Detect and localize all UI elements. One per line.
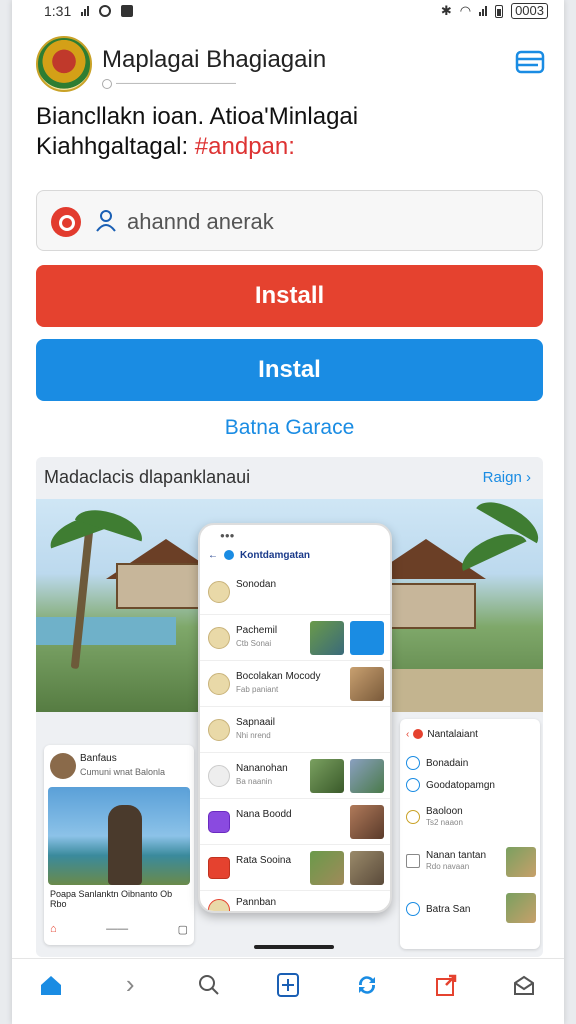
- back-icon: ‹: [406, 728, 410, 740]
- phone-header: ← Kontdamgatan: [208, 549, 310, 561]
- card-name: Banfaus: [80, 753, 117, 764]
- status-time: 1:31: [44, 3, 72, 19]
- list-item[interactable]: Sapnaail Nhi nrend: [200, 707, 390, 753]
- back-icon: ←: [208, 549, 218, 561]
- chevron-right-icon[interactable]: ›: [114, 969, 146, 1001]
- card-sub: Cumuni wnat Balonla: [80, 767, 166, 777]
- status-bar: 1:31 ✱ ◠ 0003: [12, 0, 564, 22]
- search-icon[interactable]: [193, 969, 225, 1001]
- avatar: [208, 765, 230, 787]
- home-nav-icon[interactable]: [35, 969, 67, 1001]
- list-item[interactable]: Goodatopamgn: [406, 771, 536, 799]
- avatar: [208, 581, 230, 603]
- app-description: Biancllakn ioan. Atioa'Minlagai Kiahhgal…: [36, 102, 536, 162]
- avatar: [208, 719, 230, 741]
- battery-icon: [495, 4, 504, 18]
- phone-status: ●●●: [220, 531, 235, 540]
- avatar: [208, 673, 230, 695]
- avatar: [50, 753, 76, 779]
- app-dot-icon: [413, 729, 424, 739]
- settings-icon: [406, 902, 420, 916]
- info-icon: [102, 78, 112, 89]
- preview-card-right[interactable]: ‹ Nantalaiant Bonadain Goodatopamgn Baol…: [400, 719, 540, 949]
- inbox-icon[interactable]: [508, 969, 540, 1001]
- avatar: [208, 899, 230, 911]
- thumbnail: [350, 805, 384, 839]
- app-header: Maplagai Bhagiagain ————————————: [36, 36, 546, 92]
- app-subtitle: ————————————: [102, 78, 236, 89]
- card-right-header: ‹ Nantalaiant: [406, 728, 478, 740]
- list-item[interactable]: Rata Sooina: [200, 845, 390, 891]
- app-icon: [208, 857, 230, 879]
- preview-card-left[interactable]: Banfaus Cumuni wnat Balonla Poapa Sanlan…: [44, 745, 194, 945]
- thumbnail: [506, 893, 536, 923]
- share-icon[interactable]: [430, 969, 462, 1001]
- signal-icon: [81, 6, 90, 16]
- palm-tree: [70, 528, 94, 670]
- sea: [36, 617, 176, 645]
- refresh-icon[interactable]: [351, 969, 383, 1001]
- thumbnail: [310, 759, 344, 793]
- home-indicator: [254, 945, 334, 949]
- install-button-red[interactable]: Install: [36, 265, 543, 327]
- screenshot-gallery: Madaclacis dlapanklanaui Raign › Banfaus…: [36, 457, 543, 957]
- avatar: [208, 627, 230, 649]
- thumbnail: [350, 621, 384, 655]
- card-photo: [48, 787, 190, 885]
- list-item[interactable]: Baoloon Ts2 naaon: [406, 803, 536, 831]
- thumbnail: [350, 759, 384, 793]
- divider: ——: [106, 923, 129, 935]
- install-button-blue[interactable]: Instal: [36, 339, 543, 401]
- app-logo: [36, 36, 92, 92]
- cell-signal-icon: [479, 6, 488, 16]
- app-dot-icon: [224, 550, 234, 560]
- ground: [366, 669, 543, 712]
- notification-icon: [121, 5, 134, 17]
- card-caption: Poapa Sanlanktn Oibnanto Ob Rbo: [50, 889, 173, 909]
- thumbnail: [350, 667, 384, 701]
- gallery-more-link[interactable]: Raign ›: [483, 469, 531, 486]
- search-field[interactable]: ahannd anerak: [36, 190, 543, 251]
- description-tag: #andpan:: [194, 133, 295, 160]
- person-icon: [96, 210, 116, 232]
- search-logo-icon: [51, 207, 81, 237]
- search-value[interactable]: ahannd anerak: [127, 209, 274, 235]
- list-item[interactable]: Pannban: [200, 887, 390, 911]
- list-icon: [406, 756, 420, 770]
- thumbnail: [310, 621, 344, 655]
- card-footer: ⌂ —— ▢: [50, 919, 188, 939]
- chat-icon: [406, 778, 420, 792]
- bluetooth-icon: ✱: [440, 3, 452, 18]
- list-item[interactable]: Sonodan: [200, 569, 390, 615]
- list-item[interactable]: Nananohan Ba naanin: [200, 753, 390, 799]
- avatar: [406, 810, 420, 824]
- doc-icon: [406, 854, 420, 868]
- add-icon[interactable]: [272, 969, 304, 1001]
- menu-icon[interactable]: [514, 48, 546, 76]
- wifi-icon: ◠: [459, 3, 472, 18]
- thumbnail: [310, 851, 344, 885]
- list-item[interactable]: Nana Boodd: [200, 799, 390, 845]
- app-title: Maplagai Bhagiagain: [102, 46, 327, 73]
- app-screen: 1:31 ✱ ◠ 0003 Maplagai Bhagiagain ——————…: [12, 0, 564, 1024]
- secondary-link[interactable]: Batna Garace: [36, 416, 543, 440]
- phone-mockup[interactable]: ●●● ← Kontdamgatan Sonodan Pachemil Ctb …: [198, 523, 392, 913]
- sync-icon: [99, 5, 112, 17]
- description-line-1: Biancllakn ioan. Atioa'Minlagai: [36, 103, 359, 130]
- battery-level: 0003: [511, 3, 548, 19]
- gallery-title: Madaclacis dlapanklanaui: [44, 467, 251, 487]
- home-icon: ⌂: [50, 923, 57, 935]
- description-line-2: Kiahhgaltagal:: [36, 133, 189, 160]
- bottom-navigation: ›: [12, 958, 564, 1010]
- app-icon: [208, 811, 230, 833]
- square-icon: ▢: [177, 923, 188, 936]
- list-item[interactable]: Pachemil Ctb Sonai: [200, 615, 390, 661]
- thumbnail: [506, 847, 536, 877]
- thumbnail: [350, 851, 384, 885]
- list-item[interactable]: Bocolakan Mocody Fab paniant: [200, 661, 390, 707]
